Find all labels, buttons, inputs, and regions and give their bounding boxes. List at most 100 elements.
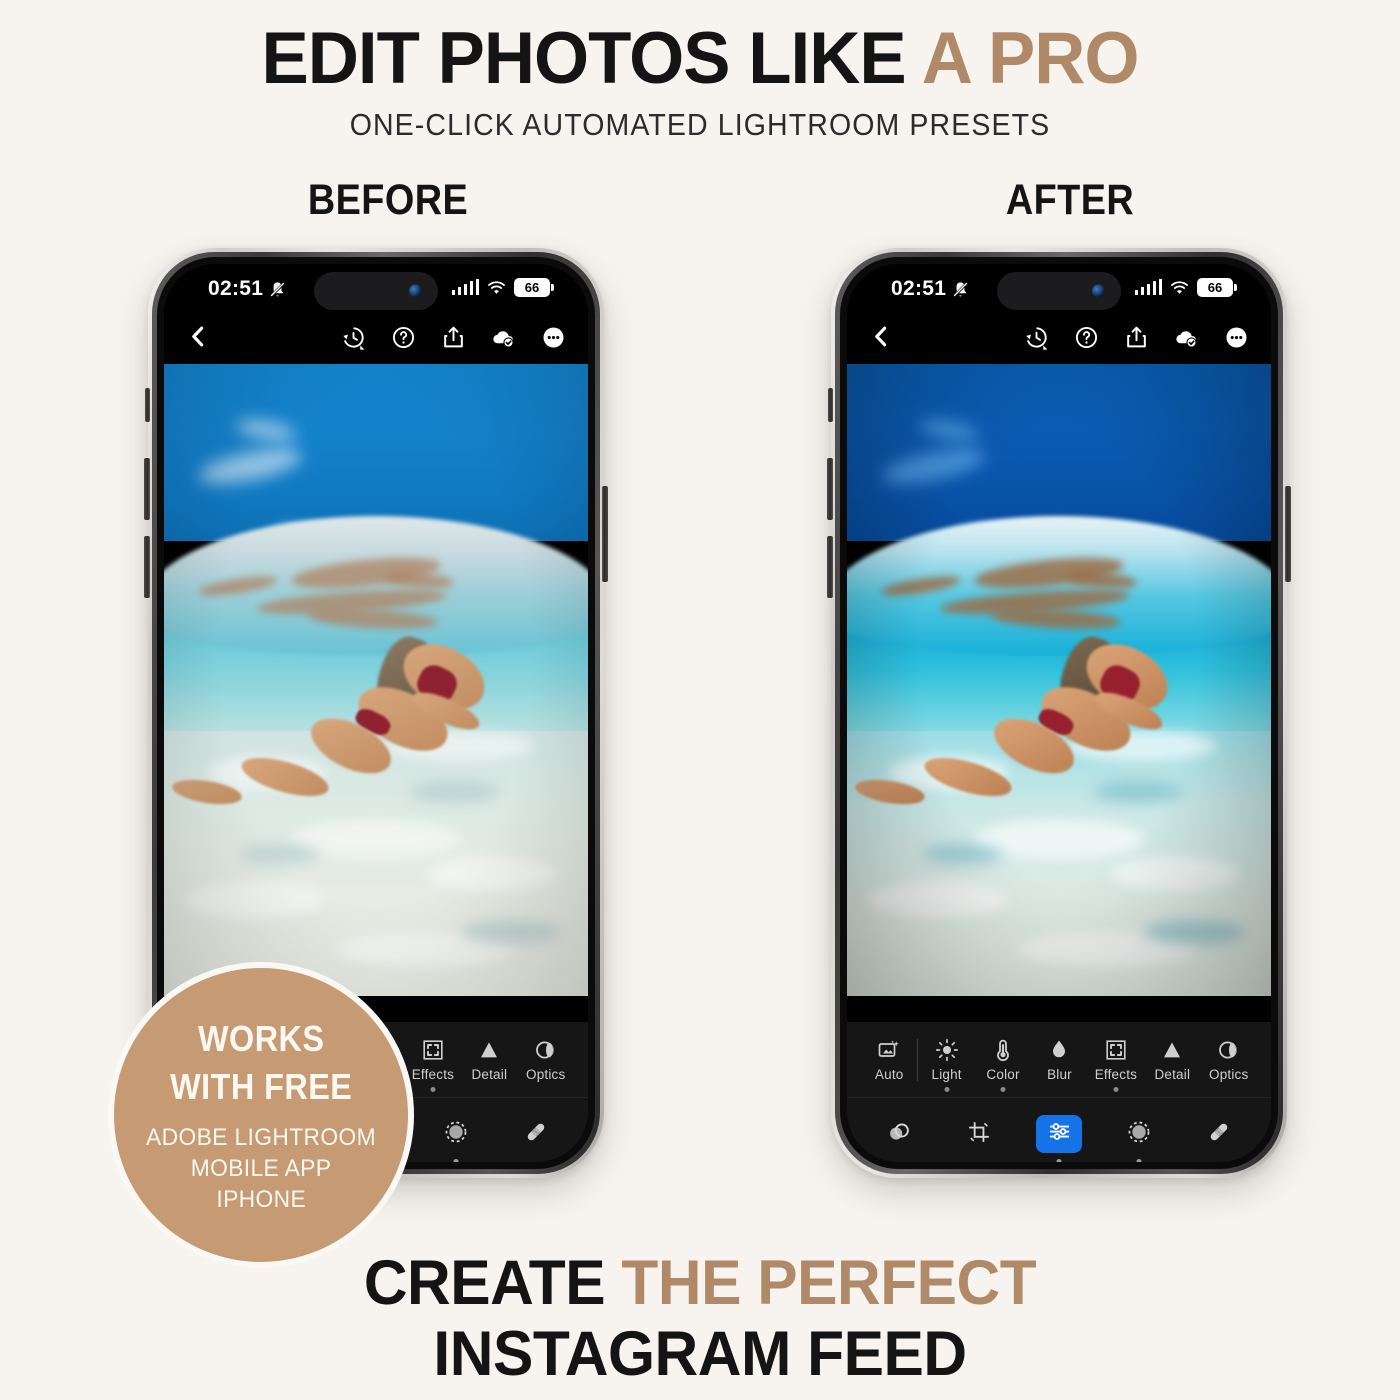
edit-tab-label: Effects: [411, 1067, 455, 1082]
triangle-icon: [1160, 1037, 1184, 1063]
bottom-heading-block: CREATE THE PERFECT INSTAGRAM FEED: [0, 1248, 1400, 1389]
dashed-circle-icon: [443, 1119, 469, 1150]
masking-tool[interactable]: [1116, 1115, 1162, 1153]
ellipsis-circle-icon[interactable]: [541, 325, 566, 350]
share-icon[interactable]: [1124, 325, 1149, 350]
edit-tab-color[interactable]: Color: [975, 1037, 1031, 1082]
status-bar: 02:51 66: [164, 264, 588, 316]
headline-main: EDIT PHOTOS LIKE: [261, 18, 922, 99]
edit-tab-optics[interactable]: Optics: [1201, 1037, 1257, 1082]
battery-level: 66: [1207, 280, 1223, 295]
page-title: EDIT PHOTOS LIKE A PRO: [21, 22, 1379, 95]
power-button[interactable]: [602, 486, 608, 582]
history-clock-icon[interactable]: [341, 325, 366, 350]
overlapping-circles-icon: [886, 1119, 912, 1150]
battery-indicator: 66: [1197, 278, 1237, 297]
lens-circle-icon: [1217, 1037, 1241, 1063]
lens-circle-icon: [534, 1037, 558, 1063]
edit-tab-detail[interactable]: Detail: [1144, 1037, 1200, 1082]
badge-sub-3: IPHONE: [216, 1186, 306, 1214]
triangle-icon: [477, 1037, 501, 1063]
label-before: BEFORE: [307, 176, 469, 224]
photo-before[interactable]: [164, 364, 588, 996]
chevron-left-icon[interactable]: [186, 324, 211, 349]
masking-tool[interactable]: [433, 1115, 479, 1153]
status-indicators: 66: [451, 278, 554, 297]
footer-main: CREATE: [363, 1248, 622, 1318]
mode-tools-bar-after: [847, 1098, 1271, 1162]
volume-down-button[interactable]: [144, 536, 150, 598]
edit-tab-label: Detail: [1154, 1067, 1191, 1082]
toolbar-actions: [341, 325, 566, 350]
mute-switch-button[interactable]: [145, 388, 150, 422]
crop-rotate-icon: [966, 1119, 992, 1150]
edit-tab-effects[interactable]: Effects: [405, 1037, 461, 1082]
label-after: AFTER: [1005, 176, 1135, 224]
frame-corners-icon: [1104, 1037, 1128, 1063]
volume-up-button[interactable]: [827, 458, 833, 520]
photo-gap: [847, 996, 1271, 1022]
page-subtitle: ONE-CLICK AUTOMATED LIGHTROOM PRESETS: [349, 107, 1051, 142]
edit-tab-optics[interactable]: Optics: [518, 1037, 574, 1082]
badge-sub-2: MOBILE APP: [190, 1155, 332, 1182]
question-circle-icon[interactable]: [391, 325, 416, 350]
edit-tab-light[interactable]: Light: [918, 1037, 974, 1082]
edit-tab-auto[interactable]: Auto: [861, 1037, 917, 1082]
mute-switch-button[interactable]: [828, 388, 833, 422]
wifi-icon: [488, 281, 505, 294]
edit-tab-label: Optics: [1209, 1067, 1249, 1082]
works-with-free-badge: WORKS WITH FREE ADOBE LIGHTROOM MOBILE A…: [108, 962, 414, 1268]
battery-indicator: 66: [514, 278, 554, 297]
phone-mockup-after: 02:51 66 Auto Light Color Blur Effects D…: [827, 248, 1291, 1178]
volume-down-button[interactable]: [827, 536, 833, 598]
question-circle-icon[interactable]: [1074, 325, 1099, 350]
headline-accent: A PRO: [921, 18, 1140, 99]
status-indicators: 66: [1134, 278, 1237, 297]
swimmer-subject: [847, 364, 1271, 996]
cloud-check-icon[interactable]: [1174, 325, 1199, 350]
edit-tab-label: Blur: [1047, 1067, 1072, 1082]
bandage-icon: [1206, 1119, 1232, 1150]
edit-tool[interactable]: [1036, 1115, 1082, 1153]
badge-line-2: WITH FREE: [169, 1066, 353, 1108]
crop-tool[interactable]: [956, 1115, 1002, 1153]
swimmer-subject: [164, 364, 588, 996]
auto-enhance-icon: [877, 1037, 901, 1063]
footer-accent: THE PERFECT: [621, 1248, 1037, 1318]
bandage-icon: [523, 1119, 549, 1150]
dynamic-island: [314, 272, 438, 310]
power-button[interactable]: [1285, 486, 1291, 582]
status-time-group: 02:51: [208, 277, 287, 301]
app-toolbar: [847, 316, 1271, 364]
volume-up-button[interactable]: [144, 458, 150, 520]
badge-line-1: WORKS: [197, 1017, 325, 1059]
chevron-left-icon[interactable]: [869, 324, 894, 349]
cellular-signal-icon: [451, 279, 479, 295]
edit-tab-detail[interactable]: Detail: [461, 1037, 517, 1082]
healing-tool[interactable]: [1196, 1115, 1242, 1153]
status-time-group: 02:51: [891, 277, 970, 301]
cloud-check-icon[interactable]: [491, 325, 516, 350]
status-clock: 02:51: [208, 277, 264, 300]
history-clock-icon[interactable]: [1024, 325, 1049, 350]
front-camera-icon: [409, 284, 422, 298]
edit-tab-blur[interactable]: Blur: [1031, 1037, 1087, 1082]
status-clock: 02:51: [891, 277, 947, 300]
photo-after[interactable]: [847, 364, 1271, 996]
ellipsis-circle-icon[interactable]: [1224, 325, 1249, 350]
badge-sub-1: ADOBE LIGHTROOM: [146, 1123, 376, 1151]
sun-icon: [935, 1037, 959, 1063]
app-toolbar: [164, 316, 588, 364]
healing-tool[interactable]: [513, 1115, 559, 1153]
footer-line-2: INSTAGRAM FEED: [433, 1318, 967, 1389]
share-icon[interactable]: [441, 325, 466, 350]
dashed-circle-icon: [1126, 1119, 1152, 1150]
droplet-icon: [1047, 1037, 1071, 1063]
presets-tool[interactable]: [876, 1115, 922, 1153]
edit-tab-label: Light: [931, 1067, 962, 1082]
sliders-icon: [1047, 1119, 1072, 1149]
front-camera-icon: [1092, 284, 1105, 298]
frame-corners-icon: [421, 1037, 445, 1063]
edit-tab-effects[interactable]: Effects: [1088, 1037, 1144, 1082]
cellular-signal-icon: [1134, 279, 1162, 295]
